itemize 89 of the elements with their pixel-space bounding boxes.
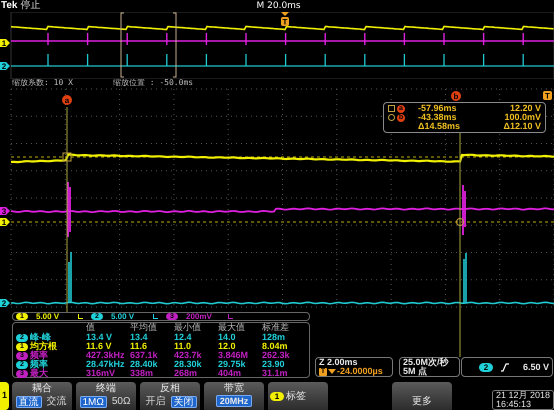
channel-marker: 2 <box>0 299 10 308</box>
table-cell-text: 637.1k <box>130 351 159 360</box>
table-cell-text: 423.7k <box>174 351 203 360</box>
cursor-label[interactable]: a <box>62 95 72 105</box>
menu-title: 反相 <box>160 383 180 394</box>
channel-marker: 2 <box>0 62 10 71</box>
table-cell-text: 12.4 <box>174 333 193 342</box>
bandwidth-button[interactable]: 带宽 20MHz <box>204 382 264 410</box>
option-button[interactable]: 直流 <box>16 396 42 408</box>
menu-title: 带宽 <box>224 383 244 394</box>
scale-value: 5.00 V <box>111 312 136 320</box>
table-cell-text: 13.4 V <box>86 333 114 342</box>
label-menu-button[interactable]: 1 标签 <box>268 382 328 410</box>
trigger-marker: T <box>543 91 552 100</box>
channel-menu-tab[interactable]: 1 <box>0 382 9 410</box>
option-button[interactable]: 交流 <box>44 396 68 408</box>
value-badge: 20MHz <box>216 395 252 407</box>
trigger-level-label: 6.50 V <box>522 362 549 372</box>
measurement-name: 频率 <box>30 360 48 369</box>
rising-edge-icon <box>501 362 509 372</box>
option-button[interactable]: 关闭 <box>170 396 196 408</box>
brand-logo: Tek <box>1 1 18 11</box>
more-button[interactable]: 更多 <box>392 382 452 410</box>
table-cell-text: 3.846M <box>218 351 250 360</box>
measurement-name: 峰-峰 <box>30 333 51 342</box>
time-label: 16:45:13 <box>496 400 532 409</box>
channel-badge: 1 <box>270 392 284 400</box>
scale-value: 200mV <box>186 312 213 320</box>
cursor-point-icon <box>456 218 464 226</box>
cursor-time: Δ14.58ms <box>418 122 461 131</box>
option-button[interactable]: 开启 <box>144 396 168 408</box>
cursor-time: -57.96ms <box>418 104 458 113</box>
table-cell-text: 28.30k <box>174 360 203 369</box>
menu-title: 标签 <box>286 390 306 402</box>
column-header: 值 <box>86 323 96 333</box>
column-header: 最大值 <box>218 323 246 333</box>
channel-marker: 1 <box>0 218 10 227</box>
bandwidth-limit-icon <box>228 314 233 319</box>
menu-title: 耦合 <box>32 383 52 394</box>
channel-marker: 1 <box>0 39 10 48</box>
table-cell-text: 8.04m <box>262 342 289 351</box>
table-cell-text: 128m <box>262 333 286 342</box>
table-cell-text: 14.0 <box>218 333 237 342</box>
scale-value: 5.00 V <box>36 312 60 320</box>
table-cell-text: 11.0 <box>174 342 192 351</box>
menu-title: 终端 <box>96 383 116 394</box>
trigger-delay-label: -24.0000µs <box>337 367 383 376</box>
cursor-value: 100.0mV <box>503 113 541 122</box>
table-cell-text: 268m <box>174 369 198 378</box>
sample-rate-label: 25.0M次/秒 <box>403 358 450 367</box>
table-cell-text: 12.0 <box>218 342 237 351</box>
cursor-time: -43.38ms <box>418 113 458 122</box>
bandwidth-limit-icon <box>153 314 158 319</box>
zoom-scale-label: Z 2.00ms <box>319 358 359 367</box>
channel-marker: 3 <box>0 207 10 216</box>
table-cell-text: 262.3k <box>262 351 291 360</box>
table-cell-text: 427.3kHz <box>86 351 126 360</box>
table-cell-text: 29.75k <box>218 360 247 369</box>
record-length-label: 5M 点 <box>403 367 428 376</box>
run-state: 停止 <box>20 1 40 11</box>
table-cell-text: 11.6 V <box>86 342 113 351</box>
option-button[interactable]: 1MΩ <box>80 396 107 408</box>
channel-badge: 2 <box>479 362 493 372</box>
cursor-value: Δ12.10 V <box>502 122 541 131</box>
table-cell-text: 11.6 <box>130 342 148 351</box>
cursor-square-icon <box>388 105 395 112</box>
zoom-window-bracket <box>120 12 176 78</box>
table-cell-text: 338m <box>130 369 154 378</box>
option-button[interactable]: 50Ω <box>110 396 132 408</box>
table-cell-text: 31.1m <box>262 369 289 378</box>
arrow-down-icon <box>328 369 336 374</box>
table-cell-text: 28.47kHz <box>86 360 126 369</box>
measurement-name: 均方根 <box>30 342 57 351</box>
bandwidth-limit-icon <box>78 314 83 319</box>
column-header: 平均值 <box>130 323 158 333</box>
column-header: 标准差 <box>262 323 290 333</box>
cursor-label[interactable]: b <box>451 91 461 101</box>
cursor-point-icon <box>62 152 72 162</box>
column-header: 最小值 <box>174 323 202 333</box>
measurement-name: 最大 <box>30 369 48 378</box>
cursor-value: 12.20 V <box>508 104 541 113</box>
table-cell-text: 404m <box>218 369 242 378</box>
date-label: 21 12月 2018 <box>496 391 550 400</box>
measurement-name: 频率 <box>30 351 48 360</box>
timebase-label: M 20.0ms <box>256 2 301 10</box>
table-cell-text: 28.40k <box>130 360 159 369</box>
table-cell-text: 23.90 <box>262 360 286 369</box>
table-cell-text: 316mV <box>86 369 116 378</box>
table-cell-text: 13.4 <box>130 333 149 342</box>
